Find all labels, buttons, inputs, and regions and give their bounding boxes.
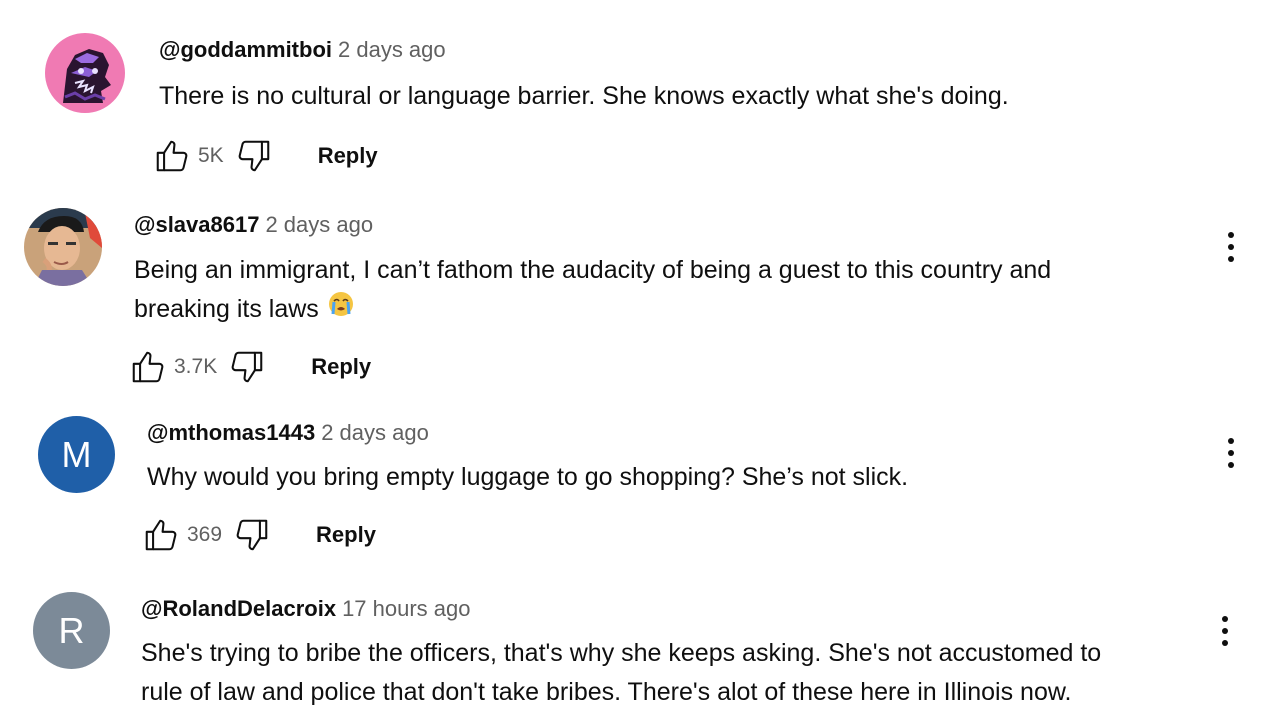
comment-timestamp[interactable]: 2 days ago — [321, 420, 429, 445]
comment-text-line: breaking its laws — [134, 290, 1051, 330]
thumbs-down-icon — [238, 140, 269, 172]
author-handle[interactable]: @slava8617 — [134, 212, 259, 237]
avatar[interactable]: R — [33, 592, 110, 669]
comment-text: She's trying to bribe the officers, that… — [141, 634, 1101, 712]
dislike-button[interactable] — [232, 515, 272, 555]
more-vert-icon — [1228, 232, 1234, 238]
more-vert-icon — [1228, 438, 1234, 444]
comment-text-line: Being an immigrant, I can’t fathom the a… — [134, 256, 1052, 284]
comment-text: Why would you bring empty luggage to go … — [147, 458, 908, 497]
thumbs-down-icon — [231, 351, 263, 383]
reply-button[interactable]: Reply — [316, 522, 376, 548]
like-count: 5K — [198, 144, 224, 167]
author-handle[interactable]: @RolandDelacroix — [141, 596, 336, 621]
comment-text: Being an immigrant, I can’t fathom the a… — [134, 251, 1051, 330]
comment-menu-button[interactable] — [1221, 433, 1241, 473]
avatar[interactable] — [45, 33, 125, 113]
more-vert-icon — [1222, 616, 1228, 622]
reply-button[interactable]: Reply — [318, 143, 378, 169]
thumbs-up-icon — [156, 140, 188, 172]
comment-header: @goddammitboi 2 days ago — [159, 36, 446, 64]
comment-menu-button[interactable] — [1221, 227, 1241, 267]
like-button[interactable] — [128, 347, 168, 387]
avatar-image — [24, 208, 102, 286]
reply-button[interactable]: Reply — [311, 354, 371, 380]
comment-actions: 3.7K Reply — [128, 347, 371, 387]
like-count: 369 — [187, 523, 223, 546]
thumbs-down-icon — [236, 519, 268, 551]
thumbs-up-icon — [145, 519, 177, 551]
comment: @goddammitboi 2 days ago There is no cult… — [0, 0, 1280, 190]
avatar[interactable]: M — [38, 416, 115, 493]
loudly-crying-face-emoji — [327, 290, 355, 330]
comment-actions: 369 Reply — [141, 515, 376, 555]
comment-text-line: She's trying to bribe the officers, that… — [141, 639, 1102, 667]
comment-header: @mthomas1443 2 days ago — [147, 419, 429, 447]
like-button[interactable] — [152, 136, 192, 176]
avatar[interactable] — [24, 208, 102, 286]
comment-timestamp[interactable]: 2 days ago — [265, 212, 373, 237]
like-count: 3.7K — [174, 355, 218, 378]
comment: R @RolandDelacroix 17 hours ago She's try… — [0, 575, 1280, 720]
avatar-letter: M — [61, 433, 92, 475]
author-handle[interactable]: @goddammitboi — [159, 37, 332, 62]
avatar-letter: R — [58, 609, 85, 651]
comment-text: There is no cultural or language barrier… — [159, 77, 1009, 116]
comment-actions: 5K Reply — [152, 136, 378, 176]
comment-text-line: Why would you bring empty luggage to go … — [147, 463, 909, 491]
comment-text-line: rule of law and police that don't take b… — [141, 678, 1072, 706]
like-button[interactable] — [141, 515, 181, 555]
dislike-button[interactable] — [227, 347, 267, 387]
author-handle[interactable]: @mthomas1443 — [147, 420, 315, 445]
comment-menu-button[interactable] — [1215, 611, 1235, 651]
comment: @slava8617 2 days ago Being an immigrant,… — [0, 190, 1280, 400]
comment-timestamp[interactable]: 17 hours ago — [342, 596, 470, 621]
comment: M @mthomas1443 2 days ago Why would you b… — [0, 400, 1280, 575]
avatar-image — [45, 33, 125, 113]
comment-text-line: There is no cultural or language barrier… — [159, 82, 1009, 110]
thumbs-up-icon — [132, 351, 164, 383]
dislike-button[interactable] — [234, 136, 274, 176]
comment-header: @slava8617 2 days ago — [134, 211, 373, 239]
comment-timestamp[interactable]: 2 days ago — [338, 37, 446, 62]
comment-header: @RolandDelacroix 17 hours ago — [141, 595, 471, 623]
